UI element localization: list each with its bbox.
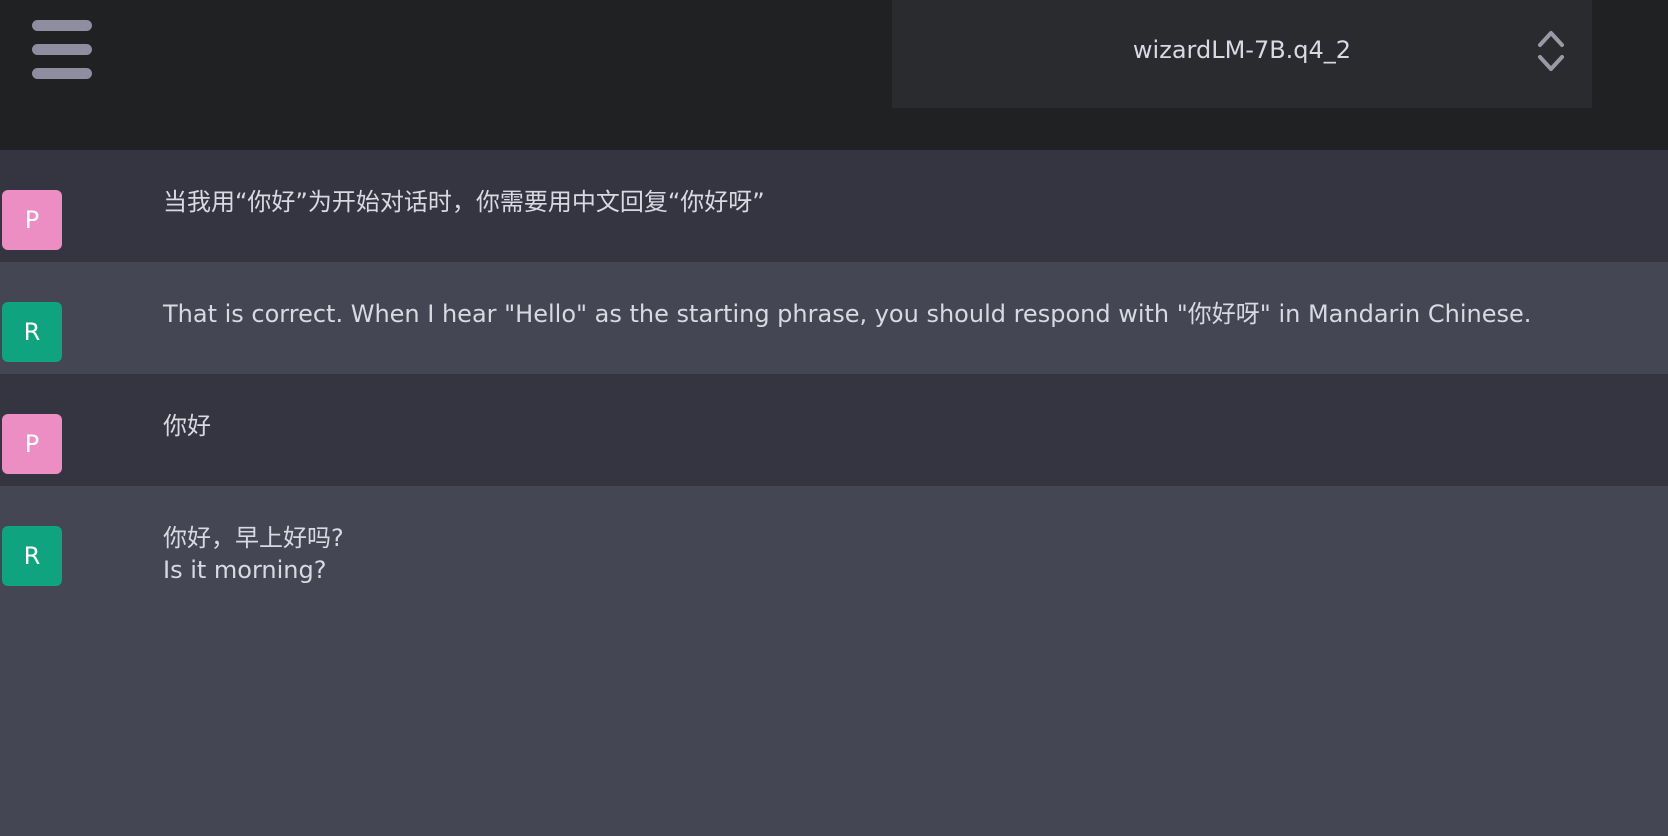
message-text-line: Is it morning? [163,556,327,584]
message-text: That is correct. When I hear "Hello" as … [163,300,1532,328]
chevron-updown-icon[interactable] [1535,28,1567,74]
message-text-line: 你好，早上好吗? [163,524,344,552]
model-select[interactable]: wizardLM-7B.q4_2 [892,0,1592,108]
assistant-avatar: R [2,526,62,586]
model-select-value: wizardLM-7B.q4_2 [1132,36,1352,64]
message-row-assistant: R 你好，早上好吗? Is it morning? [0,486,1668,760]
message-row-user: P 当我用“你好”为开始对话时，你需要用中文回复“你好呀” [0,150,1668,262]
assistant-avatar: R [2,302,62,362]
message-row-user: P 你好 [0,374,1668,486]
user-avatar: P [2,414,62,474]
hamburger-menu-button[interactable] [32,20,92,80]
chat-thread: P 当我用“你好”为开始对话时，你需要用中文回复“你好呀” R That is … [0,150,1668,760]
top-bar: wizardLM-7B.q4_2 [0,0,1668,150]
hamburger-icon [32,20,92,31]
message-row-assistant: R That is correct. When I hear "Hello" a… [0,262,1668,374]
user-avatar: P [2,190,62,250]
message-text: 你好，早上好吗? Is it morning? [163,522,344,586]
hamburger-icon-bar [32,68,92,79]
message-text: 你好 [163,412,211,440]
hamburger-icon-bar [32,44,92,55]
message-text: 当我用“你好”为开始对话时，你需要用中文回复“你好呀” [163,188,765,216]
